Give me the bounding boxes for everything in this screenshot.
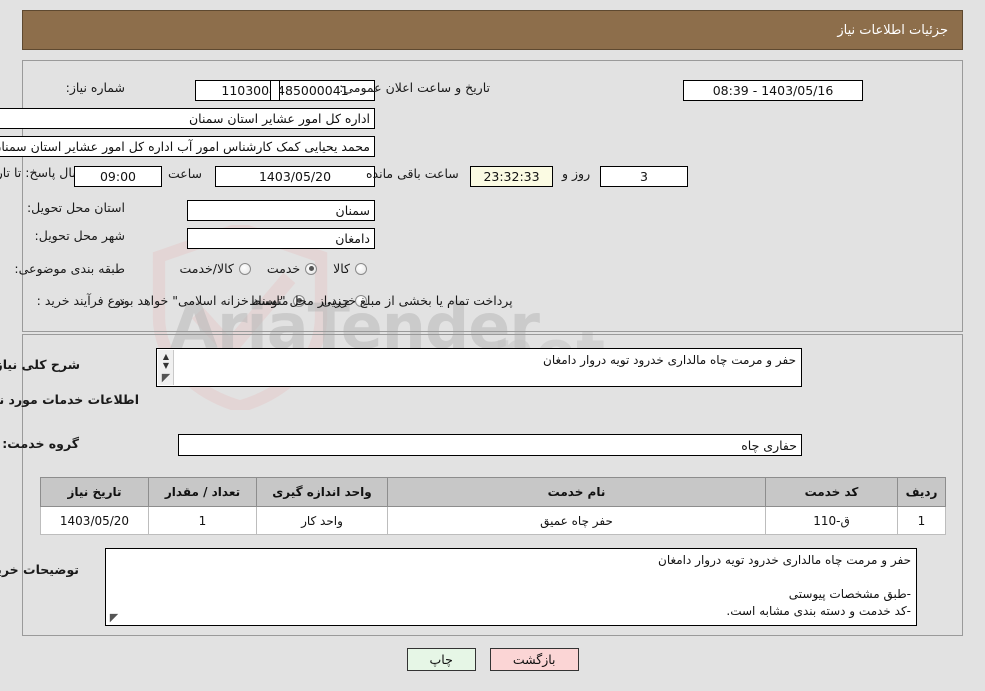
need-number-label-row: شماره نیاز: — [66, 80, 125, 95]
payment-note-text: پرداخت تمام یا بخشی از مبلغ خرید،از محل … — [114, 293, 513, 308]
category-option-1[interactable]: خدمت — [266, 261, 318, 276]
scroll-up-icon[interactable]: ▲ — [160, 352, 172, 361]
category-label-row: طبقه بندی موضوعی: — [14, 261, 125, 276]
table-column-header-3: واحد اندازه گیری — [256, 477, 388, 507]
city-field-row: دامغان — [187, 228, 375, 249]
buyer-notes-line-3: -کد خدمت و دسته بندی مشابه است. — [726, 604, 911, 618]
remaining-suffix-row: ساعت باقی مانده — [360, 166, 465, 181]
buyer-notes-line-2: -طبق مشخصات پیوستی — [788, 587, 911, 601]
need-number-label: شماره نیاز: — [65, 80, 125, 95]
radio-button-icon[interactable] — [305, 262, 318, 275]
general-desc-scrollbar[interactable]: ▲ ▼ ◥ — [158, 350, 174, 385]
general-desc-text: حفر و مرمت چاه مالداری خدرود تویه دروار … — [543, 353, 796, 367]
remaining-days-label-row: روز و — [556, 166, 596, 181]
service-group-label: گروه خدمت: — [2, 436, 79, 451]
services-table: ردیف کد خدمت نام خدمت واحد اندازه گیری تعداد… — [40, 477, 946, 535]
purchase-type-label-row: نوع فرآیند خرید : — [37, 293, 125, 308]
category-option-label: کالا/خدمت — [179, 261, 234, 276]
print-button[interactable]: چاپ — [406, 648, 476, 671]
table-body: 1 ق-110 حفر چاه عمیق واحد کار 1 1403/05/20 — [40, 506, 946, 535]
buyer-notes-line-0: حفر و مرمت چاه مالداری خدرود تویه دروار … — [658, 553, 911, 567]
remaining-suffix-label: ساعت باقی مانده — [366, 166, 459, 181]
category-option-label: خدمت — [266, 261, 301, 276]
deadline-time-field[interactable]: 09:00 — [74, 166, 162, 187]
radio-button-icon[interactable] — [355, 262, 367, 275]
requester-field[interactable]: محمد یحیایی کمک کارشناس امور آب اداره کل… — [0, 136, 375, 157]
deadline-time-row: 09:00 — [74, 166, 162, 187]
general-desc-label-row: شرح کلی نیاز: — [0, 357, 80, 372]
category-radio-group: کالا خدمت کالا/خدمت — [163, 261, 367, 276]
city-label: شهر محل تحویل: — [34, 228, 125, 243]
general-desc-textarea[interactable]: ▲ ▼ ◥ حفر و مرمت چاه مالداری خدرود تویه … — [156, 348, 802, 387]
remaining-days-field: 3 — [600, 166, 688, 187]
table-column-header-1: کد خدمت — [765, 477, 898, 507]
notes-resize-grip-icon[interactable]: ◥ — [108, 611, 120, 624]
category-label: طبقه بندی موضوعی: — [14, 261, 125, 276]
page-header: جزئیات اطلاعات نیاز — [22, 10, 963, 50]
table-cell-row-no: 1 — [897, 506, 946, 535]
remaining-days-row: 3 — [600, 166, 688, 187]
category-option-2[interactable]: کالا/خدمت — [179, 261, 251, 276]
table-cell-quantity: 1 — [148, 506, 257, 535]
service-group-label-row: گروه خدمت: — [2, 436, 79, 451]
purchase-type-label: نوع فرآیند خرید : — [36, 293, 125, 308]
scroll-down-icon[interactable]: ▼ — [160, 361, 172, 370]
table-column-header-5: تاریخ نیاز — [40, 477, 149, 507]
buyer-notes-line-1 — [111, 569, 911, 586]
table-cell-unit: واحد کار — [256, 506, 388, 535]
announce-datetime-field-wrap: 1403/05/16 - 08:39 — [683, 80, 863, 101]
province-field-row: سمنان — [187, 200, 375, 221]
province-label: استان محل تحویل: — [26, 200, 125, 215]
city-field[interactable]: دامغان — [187, 228, 375, 249]
back-button[interactable]: بازگشت — [489, 648, 579, 671]
table-cell-service-code: ق-110 — [765, 506, 898, 535]
city-label-row: شهر محل تحویل: — [35, 228, 125, 243]
buyer-notes-textarea[interactable]: ◥ حفر و مرمت چاه مالداری خدرود تویه دروا… — [105, 548, 917, 626]
category-option-0[interactable]: کالا — [333, 261, 367, 276]
footer-buttons: بازگشت چاپ — [0, 648, 985, 671]
remaining-timer-row: 23:32:33 — [470, 166, 553, 187]
deadline-time-label-row: ساعت — [162, 166, 208, 181]
service-group-field[interactable]: حفاری چاه — [178, 434, 802, 456]
deadline-time-label: ساعت — [167, 166, 202, 181]
table-cell-need-date: 1403/05/20 — [40, 506, 149, 535]
province-field[interactable]: سمنان — [187, 200, 375, 221]
page-root: AriaTender .net جزئیات اطلاعات نیاز شمار… — [0, 0, 985, 691]
buyer-notes-label-row: توضیحات خریدار: — [0, 562, 79, 577]
radio-button-icon[interactable] — [238, 262, 251, 275]
remaining-days-label: روز و — [562, 166, 591, 181]
deadline-date-row: 1403/05/20 — [215, 166, 375, 187]
announce-datetime-field-row — [270, 80, 280, 101]
table-cell-service-name: حفر چاه عمیق — [387, 506, 766, 535]
announce-datetime-field[interactable]: 1403/05/16 - 08:39 — [683, 80, 863, 101]
buyer-org-field-row: اداره کل امور عشایر استان سمنان — [0, 108, 375, 129]
services-heading: اطلاعات خدمات مورد نیاز — [0, 392, 139, 407]
requester-field-row: محمد یحیایی کمک کارشناس امور آب اداره کل… — [0, 136, 375, 157]
announce-datetime-label-row: تاریخ و ساعت اعلان عمومی: — [339, 80, 490, 95]
services-heading-row: اطلاعات خدمات مورد نیاز — [0, 392, 139, 407]
deadline-date-field[interactable]: 1403/05/20 — [215, 166, 375, 187]
table-column-header-0: ردیف — [897, 477, 946, 507]
remaining-timer-field: 23:32:33 — [470, 166, 553, 187]
buyer-org-field[interactable]: اداره کل امور عشایر استان سمنان — [0, 108, 375, 129]
page-title: جزئیات اطلاعات نیاز — [837, 22, 948, 38]
announce-datetime-label: تاریخ و ساعت اعلان عمومی: — [339, 80, 490, 95]
table-row: 1 ق-110 حفر چاه عمیق واحد کار 1 1403/05/20 — [40, 506, 946, 535]
payment-note-row: پرداخت تمام یا بخشی از مبلغ خرید،از محل … — [114, 293, 513, 308]
buyer-notes-label: توضیحات خریدار: — [0, 562, 79, 577]
category-option-label: کالا — [333, 261, 350, 276]
general-desc-label: شرح کلی نیاز: — [0, 357, 80, 372]
table-column-header-2: نام خدمت — [387, 477, 766, 507]
province-label-row: استان محل تحویل: — [27, 200, 125, 215]
service-group-field-row: حفاری چاه — [178, 434, 802, 456]
table-column-header-4: تعداد / مقدار — [148, 477, 257, 507]
table-header-row: ردیف کد خدمت نام خدمت واحد اندازه گیری تعداد… — [40, 477, 946, 507]
resize-grip-icon[interactable]: ◥ — [160, 371, 172, 384]
